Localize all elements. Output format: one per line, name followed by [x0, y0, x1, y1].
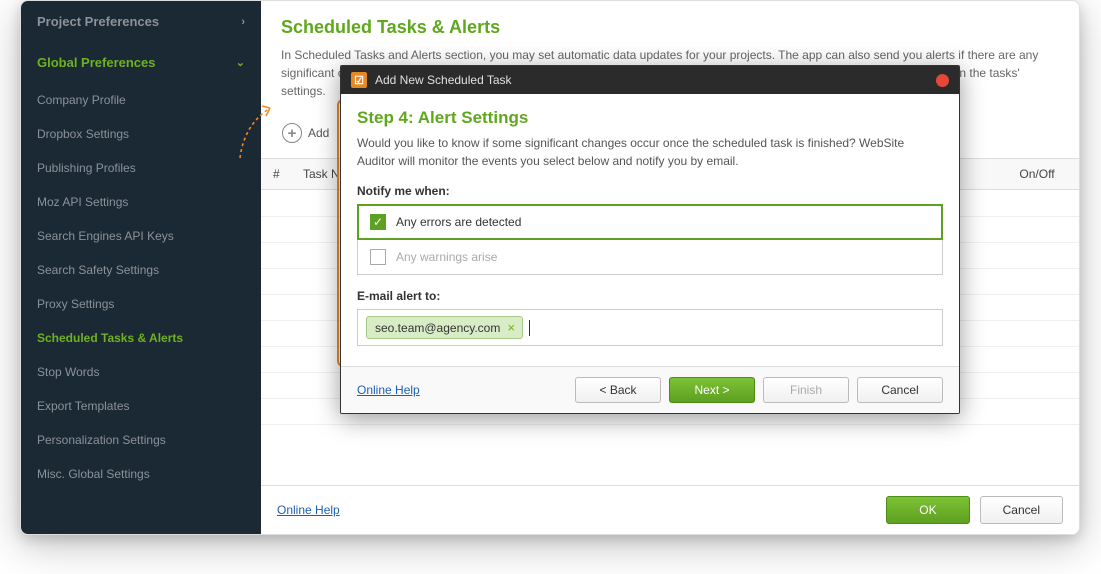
add-button[interactable]: + Add — [273, 118, 338, 148]
sidebar-item-publishing-profiles[interactable]: Publishing Profiles — [21, 151, 261, 185]
sidebar-item-export-templates[interactable]: Export Templates — [21, 389, 261, 423]
project-pref-label: Project Preferences — [37, 14, 159, 29]
next-button[interactable]: Next > — [669, 377, 755, 403]
notify-section: Notify me when: ✓ Any errors are detecte… — [357, 184, 943, 275]
dialog-footer: Online Help < Back Next > Finish Cancel — [341, 366, 959, 413]
email-section: E-mail alert to: seo.team@agency.com × — [357, 289, 943, 346]
cancel-button[interactable]: Cancel — [980, 496, 1063, 524]
email-label: E-mail alert to: — [357, 289, 943, 303]
sidebar-item-dropbox-settings[interactable]: Dropbox Settings — [21, 117, 261, 151]
col-num: # — [273, 167, 303, 181]
sidebar-item-stop-words[interactable]: Stop Words — [21, 355, 261, 389]
global-preferences-header[interactable]: Global Preferences ⌄ — [21, 42, 261, 83]
remove-chip-icon[interactable]: × — [504, 320, 518, 335]
sidebar-item-scheduled-tasks[interactable]: Scheduled Tasks & Alerts — [21, 321, 261, 355]
sidebar-item-se-api-keys[interactable]: Search Engines API Keys — [21, 219, 261, 253]
notify-label: Notify me when: — [357, 184, 943, 198]
ok-button[interactable]: OK — [886, 496, 969, 524]
finish-button: Finish — [763, 377, 849, 403]
main-footer: Online Help OK Cancel — [261, 485, 1079, 534]
sidebar-item-company-profile[interactable]: Company Profile — [21, 83, 261, 117]
dialog-online-help-link[interactable]: Online Help — [357, 383, 420, 397]
dialog-titlebar: ☑ Add New Scheduled Task — [341, 66, 959, 94]
close-icon[interactable] — [936, 74, 949, 87]
checkbox-warnings-label: Any warnings arise — [396, 250, 497, 264]
online-help-link[interactable]: Online Help — [277, 503, 340, 517]
col-onoff: On/Off — [1007, 167, 1067, 181]
sidebar-item-misc-global[interactable]: Misc. Global Settings — [21, 457, 261, 491]
plus-icon: + — [282, 123, 302, 143]
chevron-right-icon: › — [241, 16, 245, 28]
add-scheduled-task-dialog: ☑ Add New Scheduled Task Step 4: Alert S… — [340, 65, 960, 414]
dialog-body: Step 4: Alert Settings Would you like to… — [341, 94, 959, 366]
dialog-title: Add New Scheduled Task — [375, 73, 512, 87]
email-chip-text: seo.team@agency.com — [375, 321, 500, 335]
global-pref-label: Global Preferences — [37, 55, 156, 70]
project-preferences-header[interactable]: Project Preferences › — [21, 1, 261, 42]
sidebar-item-personalization[interactable]: Personalization Settings — [21, 423, 261, 457]
sidebar: Project Preferences › Global Preferences… — [21, 1, 261, 534]
checkbox-warnings-arise[interactable]: Any warnings arise — [357, 240, 943, 275]
checkbox-empty-icon — [370, 249, 386, 265]
sidebar-item-moz-api[interactable]: Moz API Settings — [21, 185, 261, 219]
sidebar-item-search-safety[interactable]: Search Safety Settings — [21, 253, 261, 287]
chevron-down-icon: ⌄ — [236, 56, 245, 69]
sidebar-item-proxy-settings[interactable]: Proxy Settings — [21, 287, 261, 321]
checkbox-errors-detected[interactable]: ✓ Any errors are detected — [357, 204, 943, 240]
email-chip: seo.team@agency.com × — [366, 316, 523, 339]
checkmark-icon: ✓ — [370, 214, 386, 230]
back-button[interactable]: < Back — [575, 377, 661, 403]
page-title: Scheduled Tasks & Alerts — [261, 1, 1079, 46]
step-desc: Would you like to know if some significa… — [357, 134, 943, 170]
checkbox-errors-label: Any errors are detected — [396, 215, 521, 229]
add-label: Add — [308, 126, 329, 140]
email-input[interactable]: seo.team@agency.com × — [357, 309, 943, 346]
dialog-cancel-button[interactable]: Cancel — [857, 377, 943, 403]
task-icon: ☑ — [351, 72, 367, 88]
text-cursor — [529, 320, 530, 336]
step-title: Step 4: Alert Settings — [357, 108, 943, 128]
